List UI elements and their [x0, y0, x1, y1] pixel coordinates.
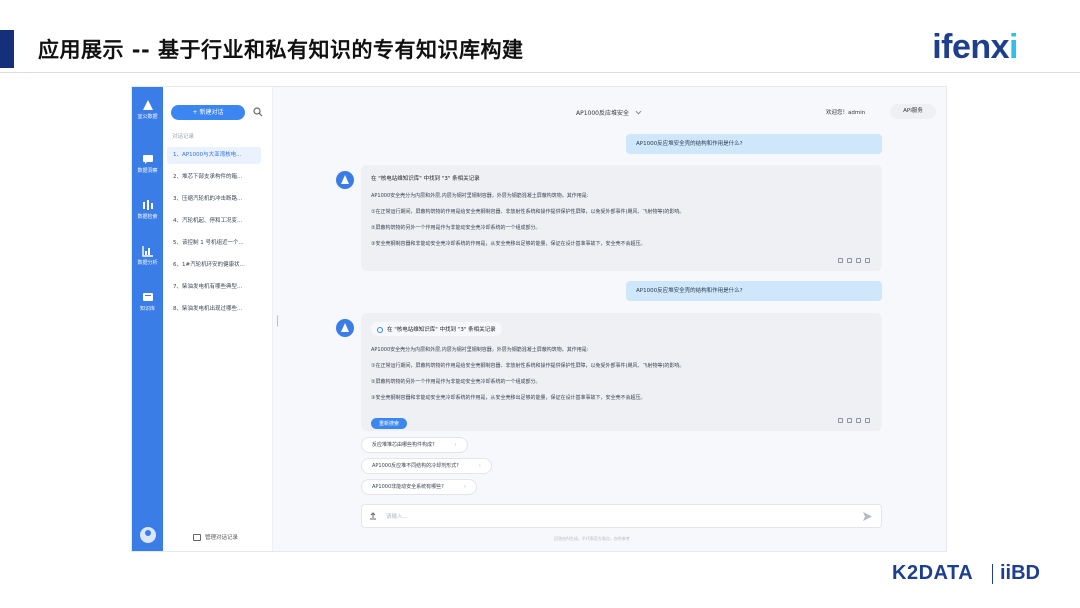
manage-history-label: 管理对话记录: [205, 535, 239, 541]
history-item[interactable]: 7、柴油发电机有哪些典型...: [167, 279, 261, 296]
chart-icon: [141, 246, 153, 257]
search-icon[interactable]: [253, 107, 263, 117]
message-actions: [834, 418, 870, 425]
bot-message: 在 "核电站维知识库" 中找到 "3" 条相关记录 AP1000安全壳分为内层和…: [361, 313, 882, 431]
conversation-title-select[interactable]: AP1000反应堆安全: [576, 108, 642, 117]
iibd-logo: iiBD: [1000, 562, 1040, 584]
bar-icon: [142, 200, 153, 210]
re-search-button[interactable]: 重新搜索: [371, 418, 408, 429]
history-item[interactable]: 4、汽轮机起、停和工况变...: [167, 213, 261, 230]
welcome-user: 欢迎您！admin: [826, 110, 866, 116]
answer-line: AP1000安全壳分为内层和外层,内层为钢衬里钢制容器，外层为钢筋混凝土屏蔽构筑…: [371, 193, 589, 199]
rail-item-label: 宜公数据: [137, 114, 158, 120]
answer-line: ③安全壳钢制容器和非能动安全壳冷却系统的作用是，从安全壳移出足够的能量，保证在设…: [371, 395, 646, 401]
slide-title: 应用展示 -- 基于行业和私有知识的专有知识库构建: [38, 38, 524, 62]
brand-logo: ifenxi: [932, 28, 1018, 67]
user-avatar[interactable]: [140, 527, 156, 543]
search-result-count: 在 "核电站维知识库" 中找到 "3" 条相关记录: [371, 176, 480, 182]
brand-logo-main: ifenx: [932, 28, 1010, 66]
slide: 应用展示 -- 基于行业和私有知识的专有知识库构建 ifenxi 宜公数据 数据…: [0, 0, 1080, 608]
chat-icon: [142, 155, 153, 164]
answer-line: ②屏蔽构筑物的另外一个作用是作为非能动安全壳冷却系统的一个组成部分。: [371, 379, 541, 385]
share-icon[interactable]: [865, 258, 870, 263]
search-result-pill[interactable]: 在 "核电站维知识库" 中找到 "3" 条相关记录: [371, 322, 502, 336]
manage-history-button[interactable]: 管理对话记录: [193, 533, 238, 541]
book-icon: [142, 293, 153, 301]
rail-item-insight[interactable]: 数据洞察: [132, 153, 163, 174]
send-icon[interactable]: [862, 511, 873, 522]
like-icon[interactable]: [838, 418, 843, 423]
chevron-down-icon: [635, 108, 642, 115]
suggested-question-text: 反应堆堆芯由哪些构件构成?: [372, 442, 435, 448]
k2data-logo: K2DATA: [892, 562, 974, 584]
answer-line: ②屏蔽构筑物的另外一个作用是作为非能动安全壳冷却系统的一个组成部分。: [371, 225, 541, 231]
share-icon[interactable]: [865, 418, 870, 423]
history-section-label: 对话记录: [172, 134, 195, 140]
new-chat-button[interactable]: + 新建对话: [171, 105, 245, 120]
history-item[interactable]: 3、压缩汽轮机的冲击断路...: [167, 191, 261, 208]
suggested-question-text: AP1000反应堆不同结构的冷却剂形式?: [372, 463, 459, 469]
rail-item-label: 知识库: [139, 306, 155, 312]
rail-item-search[interactable]: 数据检索: [132, 199, 163, 220]
answer-line: ①在正常运行期间，屏蔽构筑物的作用是给安全壳钢制容器、非放射性系统和操作提供保护…: [371, 363, 685, 369]
bot-message: 在 "核电站维知识库" 中找到 "3" 条相关记录 AP1000安全壳分为内层和…: [361, 165, 882, 271]
history-item[interactable]: 8、柴油发电机出现过哪些...: [167, 301, 261, 318]
suggested-question-text: AP1000非能动安全系统有哪些?: [372, 484, 444, 490]
chat-main: AP1000反应堆安全 欢迎您！admin API服务 AP1000反应堆安全壳…: [274, 87, 946, 551]
brand-logo-tail: i: [1009, 28, 1018, 66]
check-circle-icon: [377, 326, 383, 333]
history-item[interactable]: 2、堆芯下部支承构件的箱...: [167, 169, 261, 186]
history-item[interactable]: 6、1#汽轮机环安的健康状...: [167, 257, 261, 274]
title-accent-bar: [0, 30, 14, 68]
app-window: 宜公数据 数据洞察 数据检索 数据分析 知识库 + 新建对话 对话记录 1、AP…: [131, 86, 947, 552]
arrow-right-icon: ›: [478, 463, 481, 469]
rail-item-label: 数据分析: [137, 260, 158, 266]
manage-icon: [193, 534, 201, 541]
message-actions: [834, 258, 870, 265]
like-icon[interactable]: [838, 258, 843, 263]
triangle-logo-icon: [142, 100, 153, 110]
history-item[interactable]: 1、AP1000与大亚湾核电...: [167, 147, 261, 164]
rail-item-label: 数据检索: [137, 214, 158, 220]
conversation-title: AP1000反应堆安全: [576, 110, 629, 117]
answer-line: ③安全壳钢制容器和非能动安全壳冷却系统的作用是，从安全壳移出足够的能量，保证在设…: [371, 241, 646, 247]
history-item[interactable]: 5、该控制 1 号机组近一个...: [167, 235, 261, 252]
bot-avatar: [336, 319, 354, 337]
bot-avatar: [336, 171, 354, 189]
rail-item-home[interactable]: 宜公数据: [132, 99, 163, 120]
suggested-question[interactable]: AP1000反应堆不同结构的冷却剂形式? ›: [361, 458, 492, 474]
answer-line: AP1000安全壳分为内层和外层,内层为钢衬里钢制容器，外层为钢筋混凝土屏蔽构筑…: [371, 347, 589, 353]
chat-input-placeholder: 请输入...: [386, 514, 408, 520]
arrow-right-icon: ›: [454, 442, 457, 448]
suggested-question[interactable]: AP1000非能动安全系统有哪些? ›: [361, 479, 477, 495]
chat-input-box[interactable]: 请输入...: [361, 504, 882, 528]
search-result-text: 在 "核电站维知识库" 中找到 "3" 条相关记录: [387, 327, 496, 333]
logo-divider: [992, 564, 993, 584]
copy-icon[interactable]: [856, 258, 861, 263]
api-service-button[interactable]: API服务: [890, 104, 936, 119]
user-message: AP1000反应堆安全壳的结构和作用是什么?: [626, 281, 882, 301]
rail-item-analysis[interactable]: 数据分析: [132, 245, 163, 266]
header-divider: [0, 72, 1080, 73]
rail-item-knowledge[interactable]: 知识库: [132, 291, 163, 312]
search-result-count: 在 "核电站维知识库" 中找到 "3" 条相关记录: [371, 322, 872, 336]
dislike-icon[interactable]: [847, 418, 852, 423]
arrow-right-icon: ›: [463, 484, 466, 490]
answer-line: ①在正常运行期间，屏蔽构筑物的作用是给安全壳钢制容器、非放射性系统和操作提供保护…: [371, 209, 685, 215]
history-sidebar: + 新建对话 对话记录 1、AP1000与大亚湾核电... 2、堆芯下部支承构件…: [163, 87, 273, 551]
copy-icon[interactable]: [856, 418, 861, 423]
dislike-icon[interactable]: [847, 258, 852, 263]
ai-disclaimer: 回答由AI生成，不代表官方观点，仅供参考: [554, 536, 630, 541]
upload-icon[interactable]: [369, 512, 377, 520]
suggested-question[interactable]: 反应堆堆芯由哪些构件构成? ›: [361, 437, 468, 453]
nav-rail: 宜公数据 数据洞察 数据检索 数据分析 知识库: [132, 87, 163, 551]
user-message: AP1000反应堆安全壳的结构和作用是什么?: [626, 134, 882, 154]
rail-item-label: 数据洞察: [137, 168, 158, 174]
